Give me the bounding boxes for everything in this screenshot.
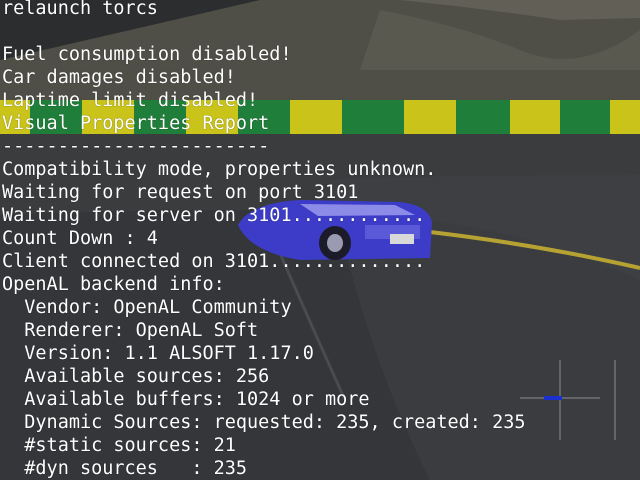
console-line: Count Down : 4 [2, 228, 158, 249]
console-line: Visual Properties Report [2, 113, 270, 134]
console-line: Compatibility mode, properties unknown. [2, 159, 437, 180]
console-line: #dyn sources : 235 [2, 458, 248, 479]
console-line: ------------------------ [2, 136, 270, 157]
console-line: OpenAL backend info: [2, 274, 225, 295]
console-line: relaunch torcs [2, 0, 158, 19]
console-output: relaunch torcs Fuel consumption disabled… [2, 0, 640, 480]
console-line: Client connected on 3101.............. [2, 251, 426, 272]
console-line: Version: 1.1 ALSOFT 1.17.0 [2, 343, 314, 364]
console-line: Renderer: OpenAL Soft [2, 320, 259, 341]
console-line: Available sources: 256 [2, 366, 270, 387]
console-line: Laptime limit disabled! [2, 90, 259, 111]
console-line: #static sources: 21 [2, 435, 236, 456]
console-line: Waiting for request on port 3101 [2, 182, 359, 203]
console-line: Waiting for server on 3101............ [2, 205, 426, 226]
console-line: Dynamic Sources: requested: 235, created… [2, 412, 526, 433]
console-line: Available buffers: 1024 or more [2, 389, 370, 410]
console-line: Car damages disabled! [2, 67, 236, 88]
console-line: Fuel consumption disabled! [2, 44, 292, 65]
console-line: Vendor: OpenAL Community [2, 297, 292, 318]
